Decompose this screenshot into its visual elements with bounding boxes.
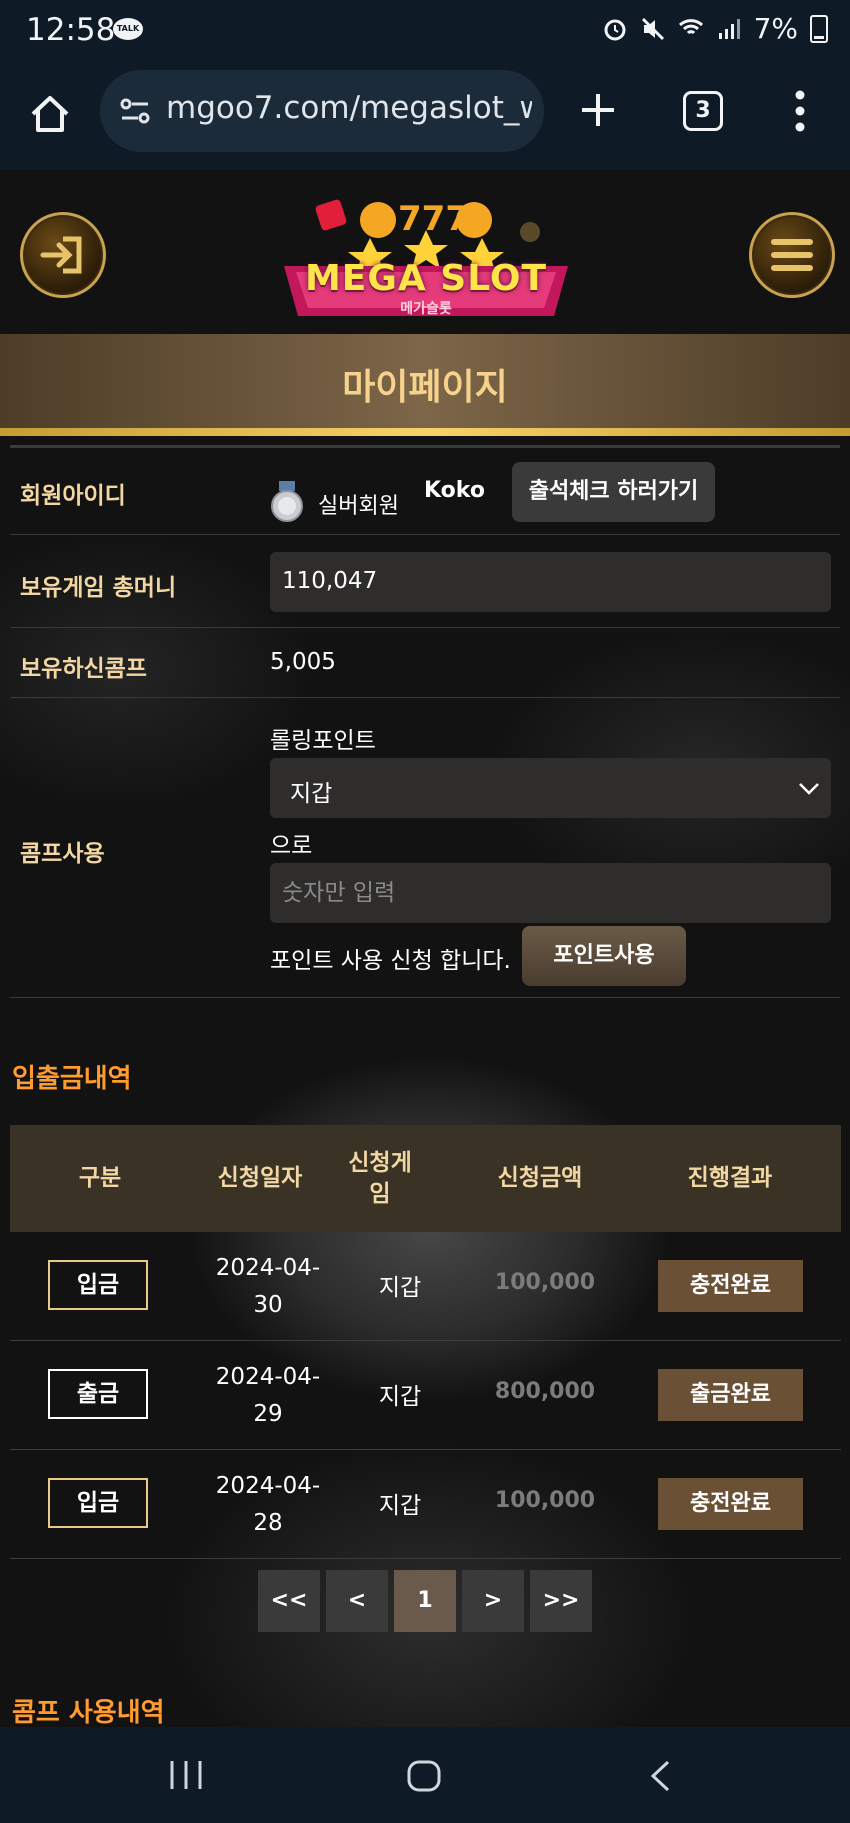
type-badge: 입금 — [48, 1478, 148, 1528]
money-label: 보유게임 총머니 — [20, 575, 177, 601]
comp-label: 보유하신콤프 — [20, 656, 147, 682]
wallet-select[interactable]: 지갑 — [270, 758, 831, 818]
row-divider — [10, 627, 840, 628]
wallet-select-value: 지갑 — [290, 781, 333, 807]
result-badge: 출금완료 — [658, 1369, 803, 1421]
attendance-check-button[interactable]: 출석체크 하러가기 — [512, 462, 715, 522]
talk-notification-icon: TALK — [113, 18, 143, 40]
header-type: 구분 — [78, 1165, 122, 1191]
header-amount: 신청금액 — [497, 1165, 583, 1191]
row-divider — [10, 997, 840, 998]
login-icon — [40, 236, 82, 274]
menu-button[interactable] — [749, 212, 835, 298]
address-bar[interactable]: mgoo7.com/megaslot_w — [100, 70, 544, 152]
table-row: 입금 2024-04- 30 지갑 100,000 충전완료 — [10, 1232, 841, 1341]
type-badge: 출금 — [48, 1369, 148, 1419]
browser-toolbar: mgoo7.com/megaslot_w 3 — [0, 66, 850, 170]
row-amount: 800,000 — [494, 1379, 596, 1404]
row-date: 2024-04- 28 — [215, 1473, 321, 1536]
result-badge: 충전완료 — [658, 1260, 803, 1312]
title-underline — [0, 428, 850, 436]
row-date: 2024-04- 29 — [215, 1364, 321, 1427]
mega-slot-logo[interactable]: 777 MEGA SLOT 메가슬롯 — [278, 190, 574, 330]
status-time: 12:58 — [26, 12, 116, 48]
mute-icon — [641, 17, 664, 40]
amount-input[interactable] — [270, 863, 831, 923]
money-value: 110,047 — [282, 568, 378, 594]
divider — [10, 445, 840, 448]
status-bar: 12:58 TALK 7% — [0, 0, 850, 66]
back-icon[interactable] — [648, 1759, 672, 1793]
alarm-icon — [604, 19, 626, 40]
chevron-down-icon — [799, 783, 819, 795]
row-game: 지갑 — [378, 1493, 422, 1519]
url-text[interactable]: mgoo7.com/megaslot_w — [166, 90, 532, 126]
table-row: 입금 2024-04- 28 지갑 100,000 충전완료 — [10, 1450, 841, 1559]
logo-text: MEGA SLOT — [304, 258, 548, 299]
recents-icon[interactable] — [168, 1759, 204, 1791]
comp-value: 5,005 — [270, 649, 336, 675]
rolling-point-label: 롤링포인트 — [270, 728, 376, 754]
page-first-button[interactable]: << — [258, 1570, 320, 1632]
row-divider — [10, 1558, 841, 1559]
svg-text:777: 777 — [398, 199, 469, 239]
home-icon[interactable] — [28, 92, 72, 136]
member-name: Koko — [424, 478, 485, 503]
type-badge: 입금 — [48, 1260, 148, 1310]
signal-icon — [718, 18, 740, 39]
point-use-button[interactable]: 포인트사용 — [522, 926, 686, 986]
comp-use-label: 콤프사용 — [20, 841, 105, 867]
wifi-icon — [678, 18, 703, 34]
history-title: 입출금내역 — [12, 1064, 132, 1094]
row-game: 지갑 — [378, 1275, 422, 1301]
site-header: 777 MEGA SLOT 메가슬롯 — [0, 170, 850, 335]
more-vert-icon[interactable] — [790, 88, 810, 134]
site-content: 777 MEGA SLOT 메가슬롯 마이페이지 회원아이디 실버회원 Koko… — [0, 170, 850, 1728]
menu-icon — [771, 239, 813, 271]
system-nav-bar — [0, 1727, 850, 1823]
battery-icon — [810, 14, 828, 43]
tab-switcher-button[interactable]: 3 — [683, 91, 723, 131]
battery-percent: 7% — [753, 12, 798, 45]
to-label: 으로 — [270, 833, 313, 859]
money-field: 110,047 — [270, 552, 831, 612]
status-icons: 7% — [602, 12, 828, 45]
apply-text: 포인트 사용 신청 합니다. — [270, 948, 511, 974]
home-circle-icon[interactable] — [406, 1759, 442, 1793]
page-title-band: 마이페이지 — [0, 334, 850, 428]
page-next-button[interactable]: > — [462, 1570, 524, 1632]
logo-subtext: 메가슬롯 — [400, 301, 452, 317]
table-row: 출금 2024-04- 29 지갑 800,000 출금완료 — [10, 1341, 841, 1450]
page-current-button[interactable]: 1 — [394, 1570, 456, 1632]
row-amount: 100,000 — [494, 1488, 596, 1513]
member-grade: 실버회원 — [318, 494, 399, 519]
row-game: 지갑 — [378, 1384, 422, 1410]
header-result: 진행결과 — [687, 1165, 773, 1191]
comp-history-title: 콤프 사용내역 — [12, 1698, 165, 1728]
site-settings-icon[interactable] — [118, 94, 152, 128]
row-divider — [10, 697, 840, 698]
history-table-header: 구분 신청일자 신청게 임 신청금액 진행결과 — [10, 1125, 841, 1232]
page-title: 마이페이지 — [342, 367, 508, 408]
plus-icon[interactable] — [578, 90, 618, 130]
row-divider — [10, 534, 840, 535]
page-last-button[interactable]: >> — [530, 1570, 592, 1632]
row-amount: 100,000 — [494, 1270, 596, 1295]
page-prev-button[interactable]: < — [326, 1570, 388, 1632]
member-id-label: 회원아이디 — [20, 483, 126, 509]
row-date: 2024-04- 30 — [215, 1255, 321, 1318]
header-game: 신청게 임 — [348, 1149, 412, 1207]
header-date: 신청일자 — [217, 1165, 303, 1191]
login-button[interactable] — [20, 212, 106, 298]
silver-medal-icon — [271, 481, 303, 522]
result-badge: 충전완료 — [658, 1478, 803, 1530]
